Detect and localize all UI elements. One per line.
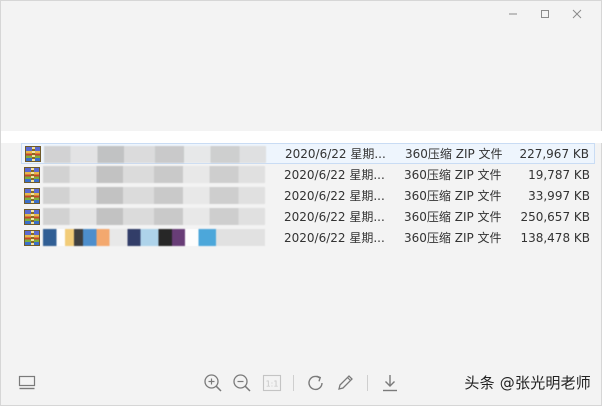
image-canvas xyxy=(1,131,602,143)
actual-size-button[interactable]: 1:1 xyxy=(261,372,283,394)
blurred-file-name xyxy=(43,187,265,204)
edit-button[interactable] xyxy=(334,372,356,394)
thumbnail-strip-icon xyxy=(18,375,36,390)
zip-archive-icon xyxy=(25,145,41,162)
zoom-in-icon xyxy=(204,374,222,392)
toolbar-divider xyxy=(293,375,294,391)
image-viewer-window: 2020/6/22 星期... 360压缩 ZIP 文件 227,967 KB … xyxy=(0,0,602,406)
file-size: 227,967 KB xyxy=(519,146,589,161)
watermark-text: 头条 @张光明老师 xyxy=(464,374,591,392)
rotate-icon xyxy=(308,375,323,391)
file-type: 360压缩 ZIP 文件 xyxy=(404,168,502,182)
zoom-in-button[interactable] xyxy=(202,372,224,394)
file-date: 2020/6/22 星期... xyxy=(284,210,385,224)
blurred-file-name xyxy=(44,146,266,163)
close-icon xyxy=(572,9,582,19)
minimize-icon xyxy=(509,13,517,15)
rotate-button[interactable] xyxy=(305,372,327,394)
download-icon xyxy=(383,375,397,392)
edit-icon xyxy=(338,375,353,390)
zip-archive-icon xyxy=(24,166,40,183)
blurred-file-name xyxy=(43,208,265,225)
file-date: 2020/6/22 星期... xyxy=(284,168,385,182)
file-type: 360压缩 ZIP 文件 xyxy=(404,210,502,224)
zoom-out-icon xyxy=(233,374,251,392)
screenshot-file-list: 2020/6/22 星期... 360压缩 ZIP 文件 227,967 KB … xyxy=(21,143,595,248)
file-row: 2020/6/22 星期... 360压缩 ZIP 文件 250,657 KB xyxy=(21,206,595,227)
download-button[interactable] xyxy=(379,372,401,394)
file-date: 2020/6/22 星期... xyxy=(284,231,385,245)
file-type: 360压缩 ZIP 文件 xyxy=(404,189,502,203)
file-row: 2020/6/22 星期... 360压缩 ZIP 文件 33,997 KB xyxy=(21,185,595,206)
file-date: 2020/6/22 星期... xyxy=(284,189,385,203)
blurred-file-name xyxy=(43,229,265,246)
file-row: 2020/6/22 星期... 360压缩 ZIP 文件 227,967 KB xyxy=(21,143,595,164)
file-type: 360压缩 ZIP 文件 xyxy=(404,231,502,245)
file-size: 33,997 KB xyxy=(528,188,590,203)
toolbar-divider xyxy=(367,375,368,391)
file-type: 360压缩 ZIP 文件 xyxy=(405,147,503,161)
zip-archive-icon xyxy=(24,208,40,225)
thumbnail-strip-button[interactable] xyxy=(16,372,38,394)
zoom-out-button[interactable] xyxy=(231,372,253,394)
file-row: 2020/6/22 星期... 360压缩 ZIP 文件 138,478 KB xyxy=(21,227,595,248)
file-size: 138,478 KB xyxy=(520,230,590,245)
maximize-icon xyxy=(541,10,549,18)
minimize-button[interactable] xyxy=(497,6,529,22)
file-date: 2020/6/22 星期... xyxy=(285,147,386,161)
file-size: 19,787 KB xyxy=(528,167,590,182)
window-controls xyxy=(497,6,593,22)
maximize-button[interactable] xyxy=(529,6,561,22)
blurred-file-name xyxy=(43,166,265,183)
actual-size-label: 1:1 xyxy=(266,380,279,389)
zip-archive-icon xyxy=(24,187,40,204)
close-button[interactable] xyxy=(561,6,593,22)
file-row: 2020/6/22 星期... 360压缩 ZIP 文件 19,787 KB xyxy=(21,164,595,185)
zip-archive-icon xyxy=(24,229,40,246)
file-size: 250,657 KB xyxy=(520,209,590,224)
actual-size-icon: 1:1 xyxy=(262,374,282,392)
